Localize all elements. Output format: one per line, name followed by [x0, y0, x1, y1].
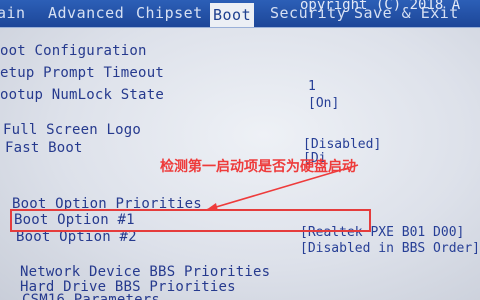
copyright-text: opyright (C) 2018 A [300, 0, 461, 13]
tab-advanced[interactable]: Advanced [48, 4, 124, 22]
row-csm16-parameters[interactable]: CSM16 Parameters [22, 292, 160, 300]
tab-main[interactable]: ain [0, 4, 26, 22]
section-boot-configuration: oot Configuration [0, 43, 147, 59]
tab-chipset[interactable]: Chipset [136, 4, 203, 22]
value-setup-prompt-timeout[interactable]: 1 [308, 79, 316, 94]
bios-screen: ain Advanced Chipset Boot Security Save … [0, 0, 480, 300]
row-fast-boot[interactable]: Fast Boot [5, 140, 83, 156]
row-full-screen-logo[interactable]: Full Screen Logo [3, 122, 141, 138]
row-network-device-bbs-priorities[interactable]: Network Device BBS Priorities [20, 264, 270, 280]
value-full-screen-logo[interactable]: [Disabled] [303, 137, 381, 152]
value-bootup-numlock-state[interactable]: [On] [308, 96, 339, 111]
annotation-text: 检测第一启动项是否为硬盘启动 [160, 159, 356, 175]
row-bootup-numlock-state[interactable]: ootup NumLock State [0, 87, 164, 103]
row-setup-prompt-timeout[interactable]: etup Prompt Timeout [0, 65, 164, 81]
highlight-box-boot-option-1 [10, 209, 371, 232]
value-boot-option-2[interactable]: [Disabled in BBS Order] [300, 241, 480, 256]
tab-boot[interactable]: Boot [210, 3, 255, 27]
